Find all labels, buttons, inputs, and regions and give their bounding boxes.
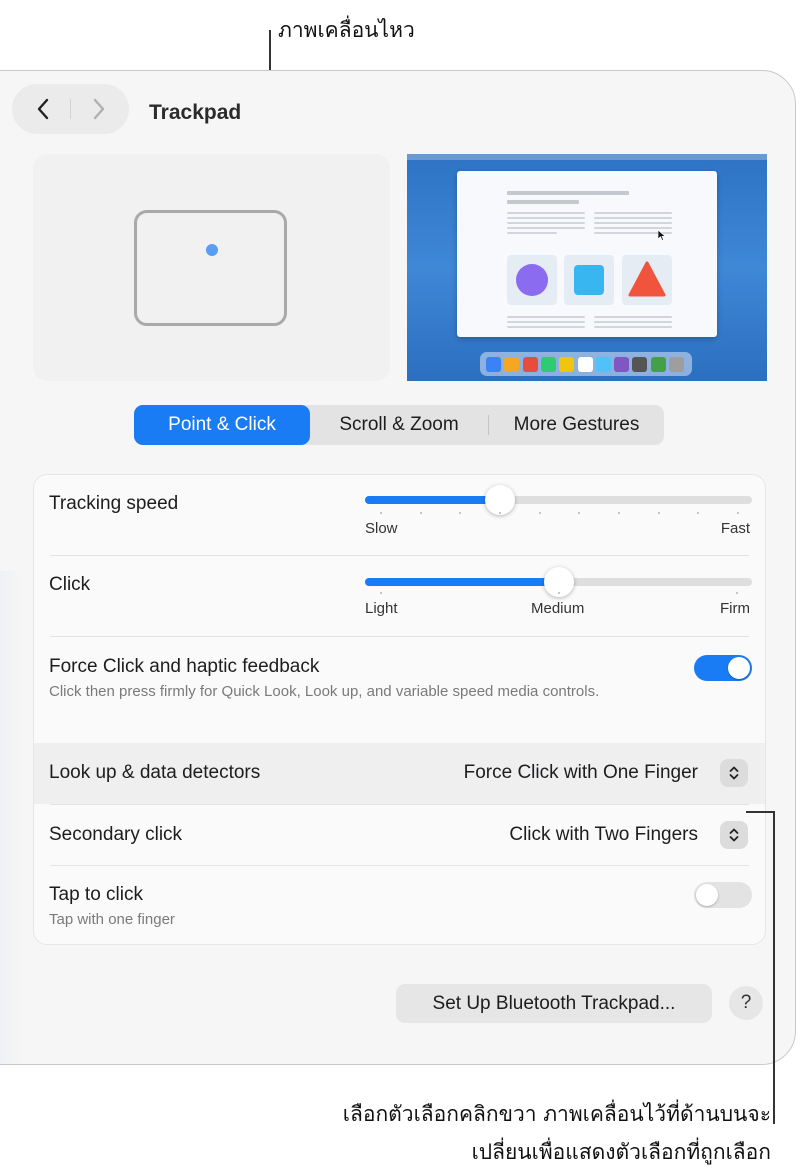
tracking-speed-slider-knob[interactable]	[485, 485, 516, 515]
force-click-toggle[interactable]	[694, 655, 752, 681]
tracking-speed-min-label: Slow	[365, 520, 398, 537]
slider-tick	[419, 512, 422, 514]
back-button[interactable]	[18, 84, 68, 134]
chevron-up-down-icon	[729, 766, 739, 780]
click-medium-label: Medium	[531, 600, 585, 617]
window-edge-glow	[0, 571, 21, 1064]
tracking-speed-slider[interactable]	[365, 485, 752, 515]
finger-touch-dot	[206, 244, 218, 256]
chevron-right-icon	[93, 98, 105, 120]
force-click-label: Force Click and haptic feedback	[49, 656, 320, 677]
tab-point-and-click[interactable]: Point & Click	[134, 405, 310, 445]
tab-segmented-control: Point & Click Scroll & Zoom More Gesture…	[134, 405, 664, 445]
slider-tick	[459, 512, 462, 514]
settings-window: Trackpad Point & Click Scroll & Zoom Mor…	[0, 70, 796, 1065]
preview-menubar	[407, 154, 767, 160]
slider-tick	[538, 512, 541, 514]
tracking-speed-row: Tracking speed Slow Fast	[34, 475, 765, 555]
trackpad-animation-preview	[33, 154, 390, 381]
click-pressure-row: Click Light Medium Firm	[34, 556, 765, 636]
secondary-click-popup-value[interactable]: Click with Two Fingers	[509, 824, 698, 846]
desktop-animation-preview	[407, 154, 767, 381]
slider-tick	[618, 512, 620, 514]
look-up-row: Look up & data detectors Force Click wit…	[34, 743, 765, 804]
secondary-click-row: Secondary click Click with Two Fingers	[34, 805, 765, 865]
tap-to-click-toggle[interactable]	[694, 882, 752, 908]
dock-app-icon	[632, 357, 648, 372]
preview-dock	[480, 352, 692, 376]
click-firm-label: Firm	[720, 600, 750, 617]
navigation-pill	[12, 84, 129, 134]
dock-app-icon	[614, 357, 630, 372]
callout-animation-label: ภาพเคลื่อนไหว	[278, 18, 415, 42]
callout-secondary-click-note-line1: เลือกตัวเลือกคลิกขวา ภาพเคลื่อนไว้ที่ด้า…	[342, 1102, 771, 1126]
dock-app-icon	[559, 357, 575, 372]
tab-scroll-and-zoom[interactable]: Scroll & Zoom	[310, 405, 488, 445]
set-up-bluetooth-trackpad-button[interactable]: Set Up Bluetooth Trackpad...	[396, 984, 712, 1023]
look-up-popup-button[interactable]	[720, 759, 748, 787]
settings-list: Tracking speed Slow Fast Click Light Med…	[33, 474, 766, 945]
dock-app-icon	[504, 357, 520, 372]
dock-app-icon	[577, 357, 593, 372]
secondary-click-popup-button[interactable]	[720, 821, 748, 849]
help-button[interactable]: ?	[729, 986, 763, 1020]
toggle-knob	[728, 657, 750, 679]
tracking-speed-label: Tracking speed	[49, 493, 179, 514]
dock-app-icon	[669, 357, 684, 372]
slider-tick	[657, 512, 660, 514]
slider-tick	[380, 512, 382, 514]
tracking-speed-max-label: Fast	[720, 520, 750, 537]
click-pressure-label: Click	[49, 574, 91, 595]
tab-more-gestures[interactable]: More Gestures	[489, 405, 664, 445]
triangle-shape-icon	[628, 261, 666, 297]
toggle-knob	[696, 884, 718, 906]
look-up-label: Look up & data detectors	[49, 762, 261, 783]
callout-bottom-leader-vertical	[773, 811, 775, 1124]
tap-to-click-row: Tap to click Tap with one finger	[34, 866, 765, 944]
slider-tick	[558, 592, 560, 594]
tap-to-click-label: Tap to click	[49, 884, 143, 905]
circle-shape-icon	[516, 264, 548, 296]
slider-tick	[737, 512, 739, 514]
dock-app-icon	[540, 357, 556, 372]
dock-app-icon	[650, 357, 666, 372]
look-up-popup-value[interactable]: Force Click with One Finger	[464, 762, 698, 784]
trackpad-illustration	[134, 210, 287, 326]
click-pressure-slider[interactable]	[365, 567, 752, 597]
forward-button[interactable]	[74, 84, 124, 134]
chevron-left-icon	[37, 98, 49, 120]
slider-tick	[499, 512, 501, 514]
dock-app-icon	[522, 357, 538, 372]
square-shape-icon	[574, 265, 604, 295]
preview-document-window	[457, 171, 717, 337]
click-light-label: Light	[365, 600, 398, 617]
window-title: Trackpad	[149, 101, 242, 124]
callout-secondary-click-note-line2: เปลี่ยนเพื่อแสดงตัวเลือกที่ถูกเลือก	[471, 1140, 771, 1164]
mouse-cursor-icon	[658, 230, 666, 241]
secondary-click-label: Secondary click	[49, 824, 183, 845]
dock-app-icon	[595, 357, 611, 372]
slider-tick	[697, 512, 700, 514]
tap-to-click-description: Tap with one finger	[49, 911, 175, 928]
slider-tick	[380, 592, 382, 594]
dock-app-icon	[486, 357, 501, 372]
callout-bottom-leader-horizontal	[746, 811, 775, 813]
nav-separator	[70, 99, 71, 119]
chevron-up-down-icon	[729, 828, 739, 842]
force-click-description: Click then press firmly for Quick Look, …	[49, 683, 600, 700]
click-pressure-slider-fill	[365, 578, 559, 586]
slider-tick	[736, 592, 738, 594]
force-click-row: Force Click and haptic feedback Click th…	[34, 637, 765, 743]
slider-tick	[578, 512, 581, 514]
tracking-speed-slider-fill	[365, 496, 501, 504]
